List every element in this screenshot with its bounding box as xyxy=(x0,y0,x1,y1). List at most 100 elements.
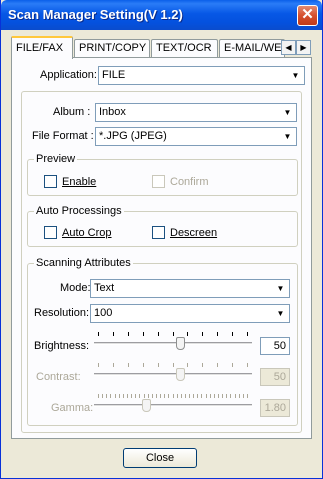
resolution-select[interactable]: 100 ▼ xyxy=(90,304,290,323)
contrast-label: Contrast: xyxy=(36,371,81,383)
window-close-button[interactable]: ✕ xyxy=(297,5,318,26)
gamma-value: 1.80 xyxy=(260,399,290,417)
close-button[interactable]: Close xyxy=(123,448,197,468)
slider-tick xyxy=(156,394,157,398)
resolution-label: Resolution: xyxy=(34,307,90,319)
triangle-left-icon: ◀ xyxy=(285,43,292,52)
enable-label[interactable]: Enable xyxy=(62,176,96,188)
auto-processings-title: Auto Processings xyxy=(34,205,124,217)
slider-tick xyxy=(123,394,124,398)
brightness-slider[interactable] xyxy=(94,332,252,352)
slider-track xyxy=(94,373,252,376)
enable-checkbox[interactable] xyxy=(44,175,57,188)
tab-scroll-left-button[interactable]: ◀ xyxy=(281,40,296,55)
slider-tick xyxy=(222,394,223,398)
triangle-right-icon: ▶ xyxy=(300,43,307,52)
slider-tick xyxy=(168,394,169,398)
mode-select[interactable]: Text ▼ xyxy=(90,279,290,298)
slider-tick xyxy=(218,394,219,398)
application-select[interactable]: FILE ▼ xyxy=(98,66,305,85)
slider-tick xyxy=(197,394,198,398)
slider-tick xyxy=(102,394,103,398)
slider-tick xyxy=(173,363,174,367)
chevron-down-icon: ▼ xyxy=(273,306,288,321)
slider-tick xyxy=(158,363,159,367)
slider-track xyxy=(94,342,252,345)
auto-crop-checkbox[interactable] xyxy=(44,226,57,239)
slider-tick xyxy=(177,394,178,398)
gamma-slider[interactable] xyxy=(94,394,252,414)
contrast-value: 50 xyxy=(260,368,290,386)
tab-scroll-right-button[interactable]: ▶ xyxy=(296,40,311,55)
settings-group: Album : Inbox ▼ File Format : *.JPG (JPE… xyxy=(21,91,302,433)
file-format-label: File Format : xyxy=(32,130,94,142)
file-fax-panel: Application: FILE ▼ Album : Inbox ▼ File… xyxy=(11,57,312,439)
slider-tick xyxy=(144,394,145,398)
slider-tick xyxy=(113,332,114,336)
auto-processings-group: Auto Processings Auto Crop Descreen xyxy=(27,205,298,247)
tab-print-copy[interactable]: PRINT/COPY xyxy=(74,39,150,58)
tab-strip: FILE/FAX PRINT/COPY TEXT/OCR E-MAIL/WE ◀… xyxy=(11,36,311,59)
descreen-label[interactable]: Descreen xyxy=(170,227,217,239)
slider-tick xyxy=(210,394,211,398)
file-format-select[interactable]: *.JPG (JPEG) ▼ xyxy=(95,127,297,146)
scan-manager-window: Scan Manager Setting(V 1.2) ✕ FILE/FAX P… xyxy=(0,0,323,479)
slider-thumb[interactable] xyxy=(176,368,185,381)
dialog-client: FILE/FAX PRINT/COPY TEXT/OCR E-MAIL/WE ◀… xyxy=(4,30,319,475)
slider-tick xyxy=(148,394,149,398)
auto-crop-label[interactable]: Auto Crop xyxy=(62,227,112,239)
slider-tick xyxy=(243,394,244,398)
slider-ticks xyxy=(94,363,252,368)
preview-group-title: Preview xyxy=(34,153,78,165)
slider-thumb[interactable] xyxy=(142,399,151,412)
slider-tick xyxy=(217,332,218,336)
application-value: FILE xyxy=(102,69,126,81)
slider-tick xyxy=(98,363,99,367)
chevron-down-icon: ▼ xyxy=(280,129,295,144)
slider-tick xyxy=(185,394,186,398)
album-select[interactable]: Inbox ▼ xyxy=(95,103,297,122)
tab-label: PRINT/COPY xyxy=(79,42,147,54)
slider-ticks xyxy=(94,394,252,399)
tab-text-ocr[interactable]: TEXT/OCR xyxy=(151,39,218,58)
close-x-icon: ✕ xyxy=(301,6,314,23)
slider-tick xyxy=(187,332,188,336)
window-title: Scan Manager Setting(V 1.2) xyxy=(8,7,183,22)
preview-group: Preview Enable Confirm xyxy=(27,153,298,196)
contrast-slider[interactable] xyxy=(94,363,252,383)
slider-tick xyxy=(135,394,136,398)
file-format-value: *.JPG (JPEG) xyxy=(99,130,167,142)
slider-tick xyxy=(98,394,99,398)
slider-tick xyxy=(226,394,227,398)
chevron-down-icon: ▼ xyxy=(280,105,295,120)
slider-tick xyxy=(201,394,202,398)
close-button-label: Close xyxy=(145,452,175,464)
tab-email-web[interactable]: E-MAIL/WE xyxy=(219,39,285,58)
slider-tick xyxy=(119,394,120,398)
slider-tick xyxy=(127,394,128,398)
descreen-checkbox[interactable] xyxy=(152,226,165,239)
slider-tick xyxy=(128,363,129,367)
brightness-value[interactable]: 50 xyxy=(260,337,290,355)
slider-tick xyxy=(206,394,207,398)
title-bar[interactable]: Scan Manager Setting(V 1.2) ✕ xyxy=(1,0,322,30)
chevron-down-icon: ▼ xyxy=(288,68,303,83)
slider-ticks xyxy=(94,332,252,337)
slider-tick xyxy=(143,332,144,336)
scanning-attributes-title: Scanning Attributes xyxy=(34,257,133,269)
chevron-down-icon: ▼ xyxy=(273,281,288,296)
slider-thumb[interactable] xyxy=(176,337,185,350)
slider-tick xyxy=(232,332,233,336)
mode-label: Mode: xyxy=(60,282,91,294)
slider-tick xyxy=(239,394,240,398)
slider-tick xyxy=(232,363,233,367)
resolution-value: 100 xyxy=(94,307,113,319)
slider-tick xyxy=(230,394,231,398)
tab-file-fax[interactable]: FILE/FAX xyxy=(11,36,73,59)
tab-label: FILE/FAX xyxy=(16,42,64,54)
slider-tick xyxy=(106,394,107,398)
confirm-checkbox[interactable] xyxy=(152,175,165,188)
slider-tick xyxy=(173,332,174,336)
album-label: Album : xyxy=(53,106,91,118)
slider-tick xyxy=(160,394,161,398)
